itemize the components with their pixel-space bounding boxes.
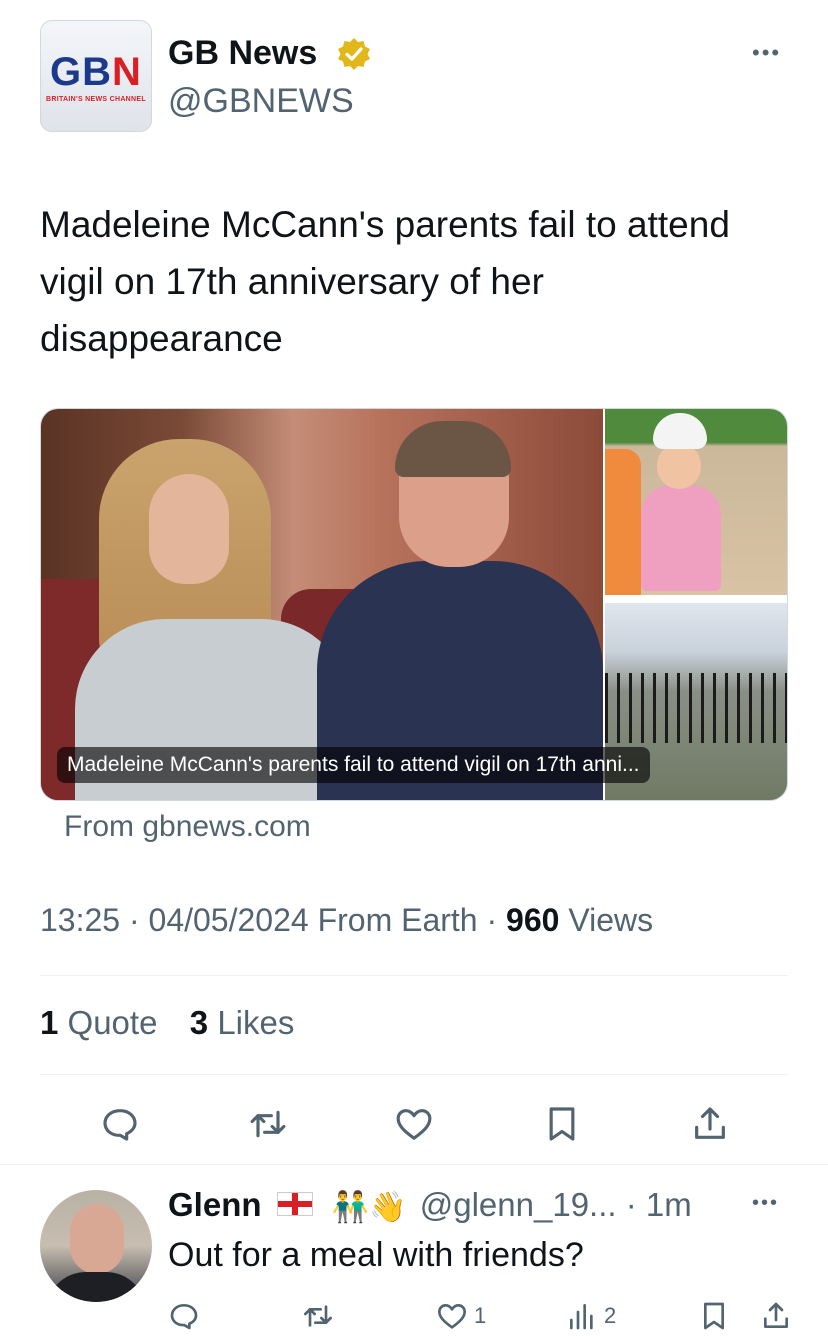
views-icon — [570, 1304, 593, 1330]
reply-more-options-button[interactable]: ••• — [752, 1192, 779, 1215]
account-handle[interactable]: @GBNEWS — [168, 82, 354, 121]
tweet-time[interactable]: 13:25 — [40, 902, 120, 938]
tweet-metadata: 13:25 · 04/05/2024 From Earth · 960 View… — [40, 902, 654, 938]
reply-icon[interactable] — [100, 1104, 140, 1144]
reply-views-button[interactable]: 2 — [566, 1296, 616, 1336]
retweet-icon[interactable] — [248, 1104, 288, 1144]
gbnews-avatar[interactable]: GBN BRITAIN'S NEWS CHANNEL — [40, 20, 152, 132]
parents-photo — [41, 409, 603, 800]
divider — [40, 1074, 788, 1075]
reply-retweet-icon[interactable] — [302, 1296, 334, 1336]
media-caption: Madeleine McCann's parents fail to atten… — [57, 747, 650, 783]
reply-bookmark-icon[interactable] — [698, 1296, 730, 1336]
reply-like-icon — [438, 1304, 466, 1329]
verified-badge-icon — [336, 36, 372, 72]
link-card-image[interactable]: Madeleine McCann's parents fail to atten… — [40, 408, 788, 801]
tweet-origin: From Earth — [317, 902, 478, 938]
tweet-text: Madeleine McCann's parents fail to atten… — [40, 204, 730, 359]
reply-text: Out for a meal with friends? — [168, 1236, 584, 1274]
divider — [0, 1164, 828, 1165]
reply-header: Glenn 👬👋 @glenn_19... · 1m — [168, 1186, 692, 1224]
likes-link[interactable]: 3 Likes — [190, 1004, 295, 1041]
reply-name-emoji: 👬👋 — [331, 1190, 407, 1224]
reply-avatar[interactable] — [40, 1190, 152, 1302]
gbnews-logo: GBN — [50, 50, 142, 94]
reply-handle[interactable]: @glenn_19... — [420, 1186, 617, 1223]
engagement-stats: 1 Quote 3 Likes — [40, 1004, 294, 1042]
england-flag-icon — [276, 1192, 313, 1217]
reply-reply-icon[interactable] — [168, 1296, 200, 1336]
reply-share-icon[interactable] — [760, 1296, 792, 1336]
bookmark-icon[interactable] — [542, 1104, 582, 1144]
share-icon[interactable] — [690, 1104, 730, 1144]
views-count: 960 — [506, 902, 560, 938]
reply-like-button[interactable]: 1 — [436, 1296, 486, 1336]
reply-time[interactable]: 1m — [646, 1186, 692, 1223]
account-name[interactable]: GB News — [168, 34, 317, 73]
reply-views-count: 2 — [604, 1303, 617, 1328]
tweet-date[interactable]: 04/05/2024 — [149, 902, 309, 938]
gbnews-logo-subtitle: BRITAIN'S NEWS CHANNEL — [46, 96, 146, 103]
reply-likes-count: 1 — [474, 1303, 487, 1328]
more-options-button[interactable]: ••• — [752, 40, 781, 66]
child-photo — [605, 409, 787, 595]
reply-name[interactable]: Glenn — [168, 1186, 262, 1223]
divider — [40, 975, 788, 976]
views-label: Views — [568, 902, 654, 938]
quotes-link[interactable]: 1 Quote — [40, 1004, 157, 1041]
like-icon[interactable] — [394, 1104, 434, 1144]
link-source[interactable]: From gbnews.com — [64, 810, 311, 844]
